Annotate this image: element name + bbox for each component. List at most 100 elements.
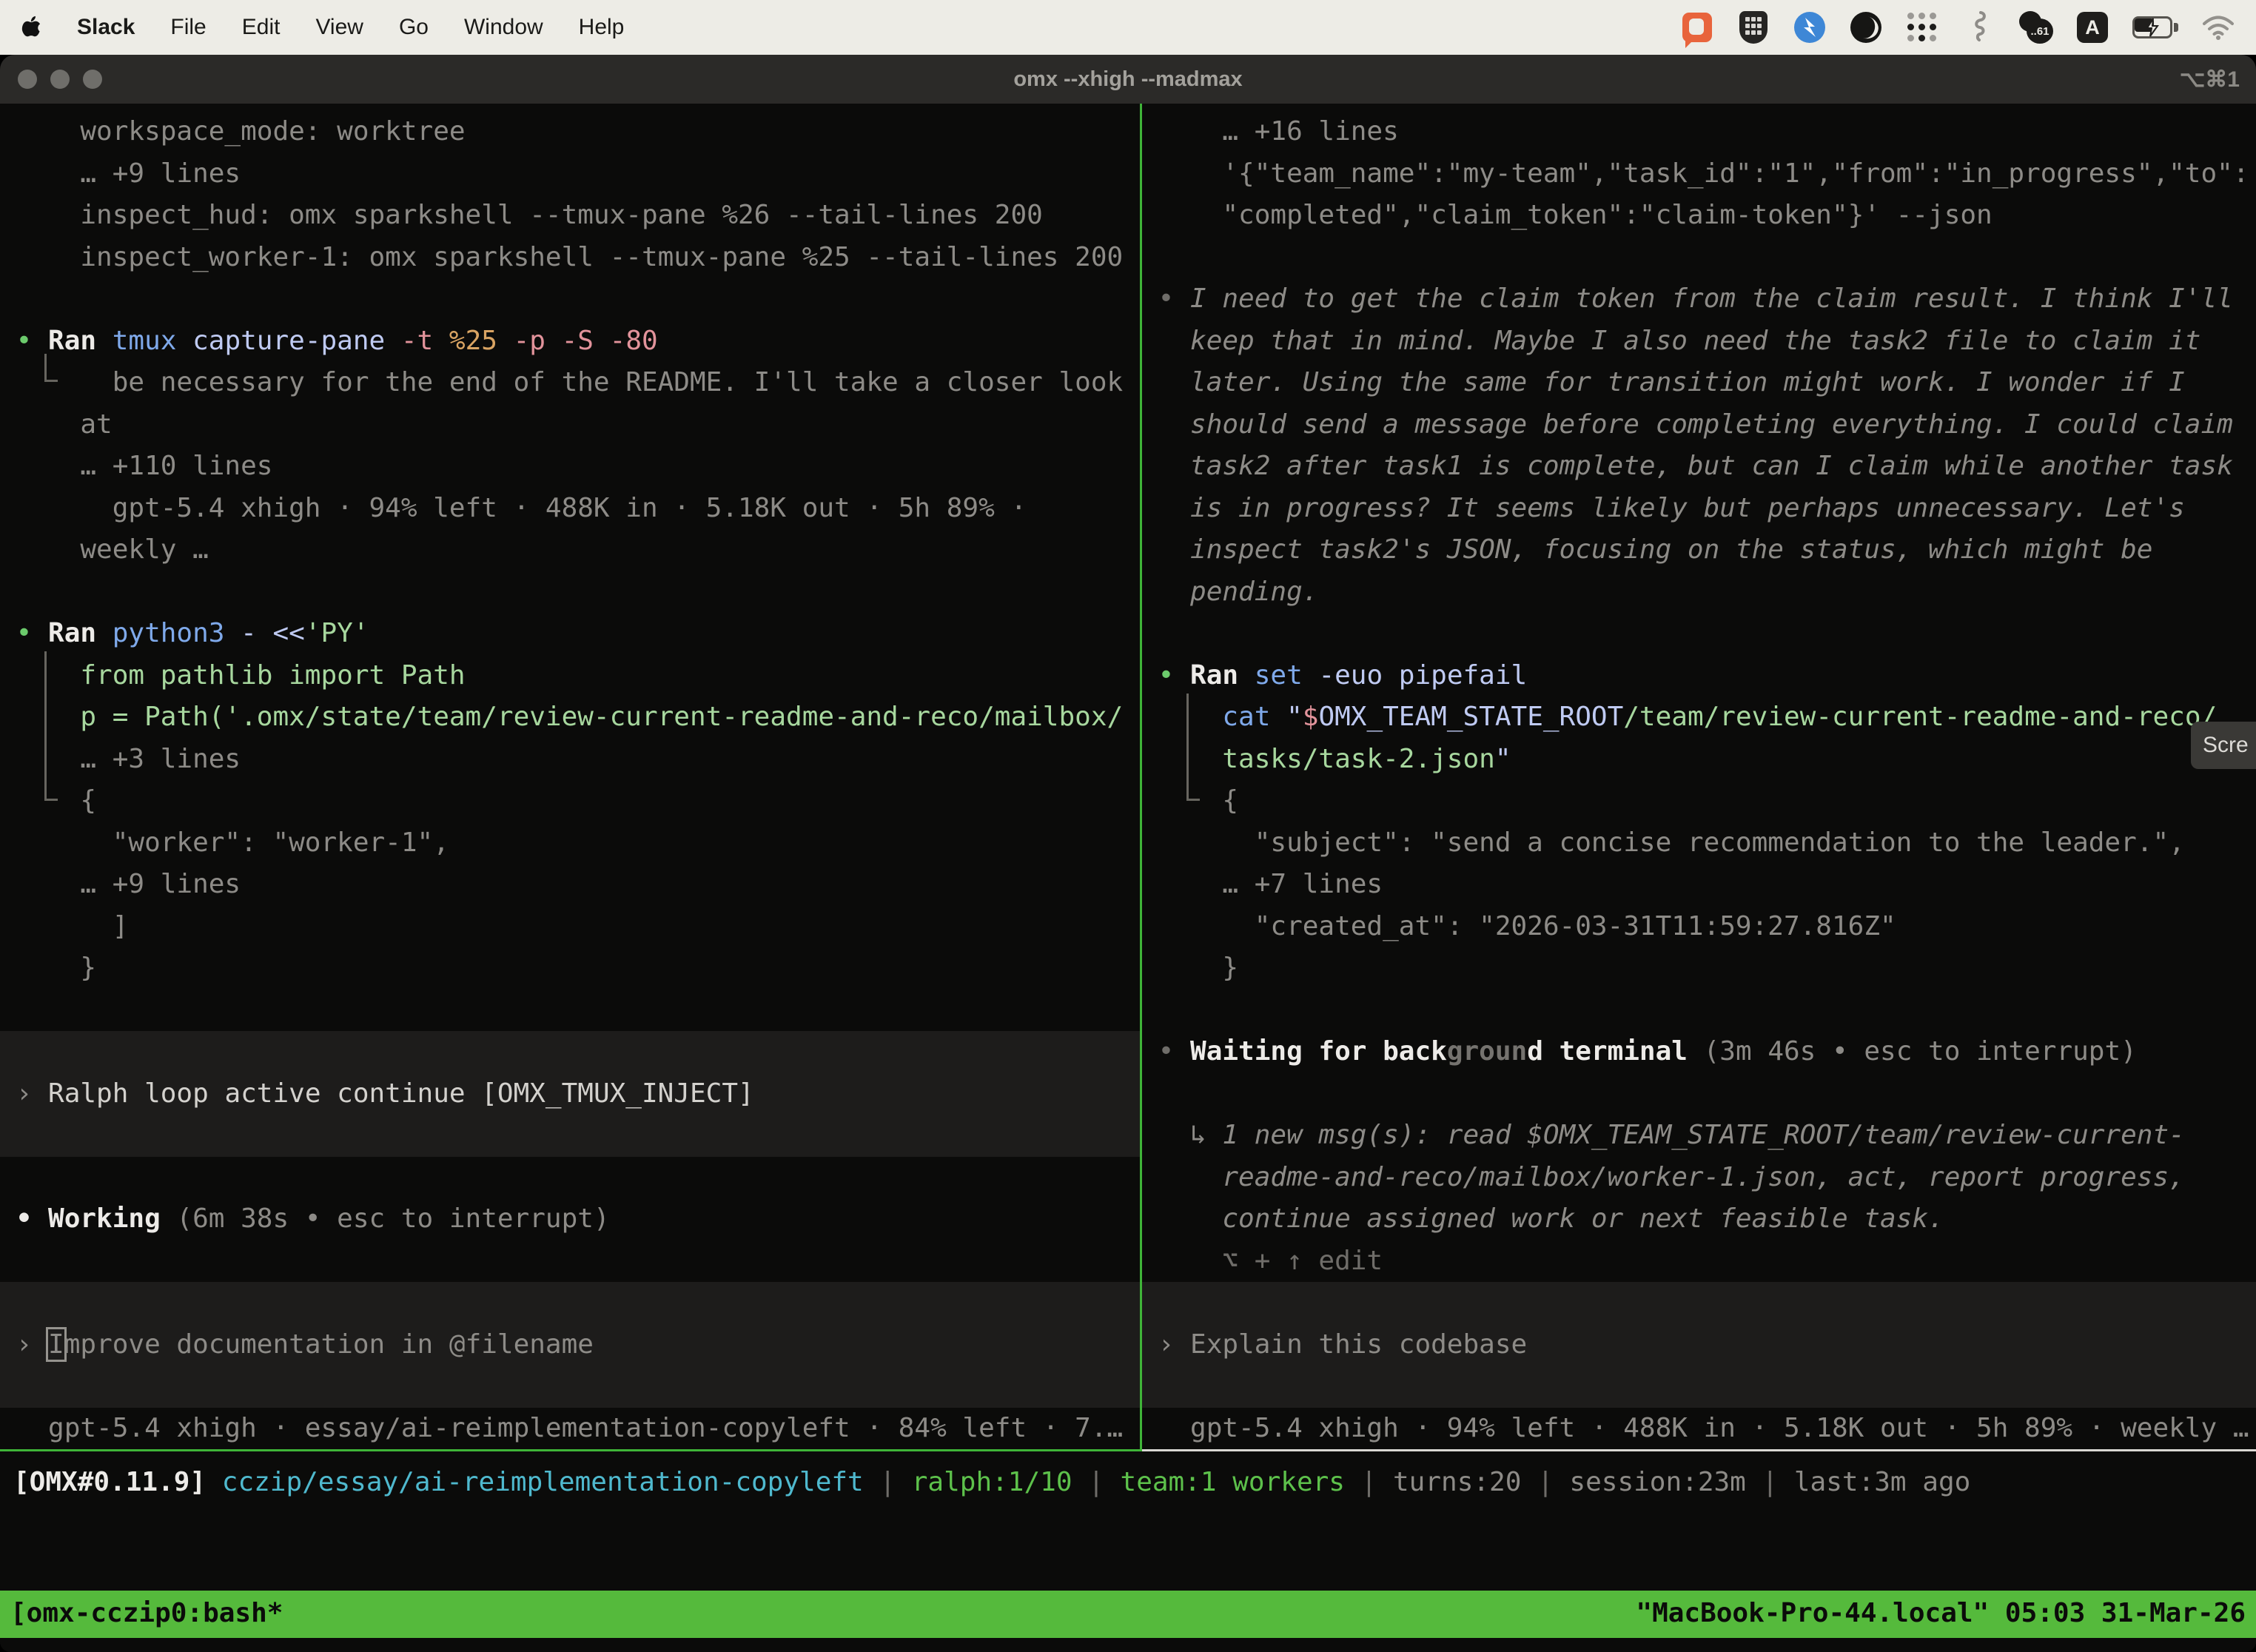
composer-input[interactable]: › Improve documentation in @filename xyxy=(0,1324,1140,1366)
terminal-row xyxy=(1142,990,2256,1032)
terminal-row: "worker": "worker-1", xyxy=(0,822,1140,864)
terminal-row: pending. xyxy=(1142,571,2256,614)
terminal-row xyxy=(0,1240,1140,1283)
left-terminal-pane[interactable]: workspace_mode: worktree … +9 lines insp… xyxy=(0,104,1140,1449)
wifi-icon[interactable] xyxy=(2201,10,2235,44)
terminal-row: be necessary for the end of the README. … xyxy=(0,362,1140,404)
terminal-row xyxy=(1142,237,2256,279)
terminal-row: is in progress? It seems likely but perh… xyxy=(1142,488,2256,530)
charging-bolt-glyph xyxy=(2143,18,2162,37)
terminal-row: { xyxy=(1142,780,2256,822)
terminal-row xyxy=(0,278,1140,320)
ralph-loop-status: › Ralph loop active continue [OMX_TMUX_I… xyxy=(0,1073,1140,1115)
battery-icon[interactable] xyxy=(2132,10,2179,44)
terminal-row: later. Using the same for transition mig… xyxy=(1142,362,2256,404)
terminal-row: inspect task2's JSON, focusing on the st… xyxy=(1142,529,2256,571)
terminal-row xyxy=(0,1115,1140,1157)
menu-left: Slack File Edit View Go Window Help xyxy=(21,15,624,40)
menu-item-file[interactable]: File xyxy=(170,15,206,40)
terminal-row xyxy=(1142,1073,2256,1115)
waiting-status: • Waiting for background terminal (3m 46… xyxy=(1142,1031,2256,1073)
terminal-row: … +7 lines xyxy=(1142,864,2256,906)
menu-item-slack[interactable]: Slack xyxy=(77,15,135,40)
terminal-row: at xyxy=(0,404,1140,446)
terminal-row xyxy=(0,1157,1140,1199)
ran-tmux-capture-command: • Ran tmux capture-pane -t %25 -p -S -80 xyxy=(0,320,1140,363)
close-button[interactable] xyxy=(18,70,37,89)
macos-menu-bar: Slack File Edit View Go Window Help ..61 xyxy=(0,0,2256,55)
terminal-row: inspect_worker-1: omx sparkshell --tmux-… xyxy=(0,237,1140,279)
badge-61-text: ..61 xyxy=(2027,19,2053,44)
minimize-button[interactable] xyxy=(50,70,70,89)
tmux-panes: workspace_mode: worktree … +9 lines insp… xyxy=(0,104,2256,1449)
terminal-row: '{"team_name":"my-team","task_id":"1","f… xyxy=(1142,153,2256,195)
screen-share-overlay: Scre xyxy=(2191,722,2256,769)
working-status: • Working (6m 38s • esc to interrupt) xyxy=(0,1198,1140,1240)
tmux-host-clock: "MacBook-Pro-44.local" 05:03 31-Mar-26 xyxy=(1636,1591,2246,1638)
menu-item-window[interactable]: Window xyxy=(464,15,543,40)
terminal-row: continue assigned work or next feasible … xyxy=(1142,1198,2256,1240)
terminal-row: … +3 lines xyxy=(0,739,1140,781)
ran-set-command: • Ran set -euo pipefail xyxy=(1142,655,2256,697)
terminal-row: … +16 lines xyxy=(1142,111,2256,153)
terminal-row: } xyxy=(0,947,1140,990)
terminal-row: } xyxy=(1142,947,2256,990)
chat-app-icon[interactable] xyxy=(1680,10,1714,44)
terminal-row: { xyxy=(0,780,1140,822)
bolt-glyph xyxy=(1794,12,1825,43)
terminal-row: from pathlib import Path xyxy=(0,655,1140,697)
bolt-circle-icon[interactable] xyxy=(1793,10,1827,44)
terminal-row xyxy=(0,1366,1140,1408)
new-message-note: ↳ 1 new msg(s): read $OMX_TEAM_STATE_ROO… xyxy=(1142,1115,2256,1157)
terminal-row: weekly … xyxy=(0,529,1140,571)
active-pane-border xyxy=(0,1449,1142,1451)
window-titlebar[interactable]: omx --xhigh --madmax ⌥⌘1 xyxy=(0,55,2256,104)
terminal-row xyxy=(1142,1282,2256,1324)
terminal-row: tasks/task-2.json" xyxy=(1142,739,2256,781)
badge-61-icon[interactable]: ..61 xyxy=(2018,11,2053,44)
terminal-row: keep that in mind. Maybe I also need the… xyxy=(1142,320,2256,363)
terminal-row: ] xyxy=(0,906,1140,948)
menu-status-icons: ..61 A xyxy=(1680,10,2235,44)
terminal-row: workspace_mode: worktree xyxy=(0,111,1140,153)
terminal-row: "created_at": "2026-03-31T11:59:27.816Z" xyxy=(1142,906,2256,948)
terminal-row: … +9 lines xyxy=(0,153,1140,195)
indent-guide xyxy=(44,651,58,801)
thinking-text: • I need to get the claim token from the… xyxy=(1142,278,2256,320)
menu-item-view[interactable]: View xyxy=(315,15,363,40)
input-source-icon[interactable]: A xyxy=(2075,10,2109,44)
indent-guide xyxy=(44,354,58,382)
moon-circle-icon[interactable] xyxy=(1849,10,1883,44)
terminal-row: p = Path('.omx/state/team/review-current… xyxy=(0,696,1140,739)
menu-item-edit[interactable]: Edit xyxy=(242,15,281,40)
dots-grid-icon[interactable] xyxy=(1905,10,1939,44)
terminal-row xyxy=(0,1282,1140,1324)
menu-item-go[interactable]: Go xyxy=(399,15,429,40)
window-shortcut-badge: ⌥⌘1 xyxy=(2180,67,2240,93)
right-terminal-pane[interactable]: Scre … +16 lines '{"team_name":"my-team"… xyxy=(1142,104,2256,1449)
model-status-line: gpt-5.4 xhigh · 94% left · 488K in · 5.1… xyxy=(1142,1408,2256,1450)
menu-item-help[interactable]: Help xyxy=(579,15,625,40)
model-status-line: gpt-5.4 xhigh · essay/ai-reimplementatio… xyxy=(0,1408,1140,1450)
terminal-row xyxy=(1142,1366,2256,1408)
input-source-letter: A xyxy=(2077,12,2108,43)
tmux-status-bar: [omx-cczip0:bash* "MacBook-Pro-44.local"… xyxy=(0,1591,2256,1638)
terminal-row xyxy=(0,990,1140,1032)
window-title: omx --xhigh --madmax xyxy=(1013,67,1242,92)
zoom-button[interactable] xyxy=(83,70,102,89)
terminal-row: "completed","claim_token":"claim-token"}… xyxy=(1142,195,2256,237)
omx-hud-pane[interactable]: [OMX#0.11.9] cczip/essay/ai-reimplementa… xyxy=(0,1451,2256,1591)
ran-python3-command: • Ran python3 - <<'PY' xyxy=(0,613,1140,655)
terminal-row xyxy=(1142,613,2256,655)
terminal-row: inspect_hud: omx sparkshell --tmux-pane … xyxy=(0,195,1140,237)
terminal-row xyxy=(0,1031,1140,1073)
shield-grid-icon[interactable] xyxy=(1736,10,1770,44)
squiggle-icon[interactable] xyxy=(1961,10,1995,44)
inactive-pane-border xyxy=(1142,1449,2256,1451)
tmux-session-label: [omx-cczip0:bash* xyxy=(10,1591,283,1638)
apple-menu-icon[interactable] xyxy=(21,16,41,39)
composer-placeholder[interactable]: › Explain this codebase xyxy=(1142,1324,2256,1366)
terminal-row: cat "$OMX_TEAM_STATE_ROOT/team/review-cu… xyxy=(1142,696,2256,739)
terminal-row: … +110 lines xyxy=(0,446,1140,488)
menu-items: Slack File Edit View Go Window Help xyxy=(77,15,624,40)
